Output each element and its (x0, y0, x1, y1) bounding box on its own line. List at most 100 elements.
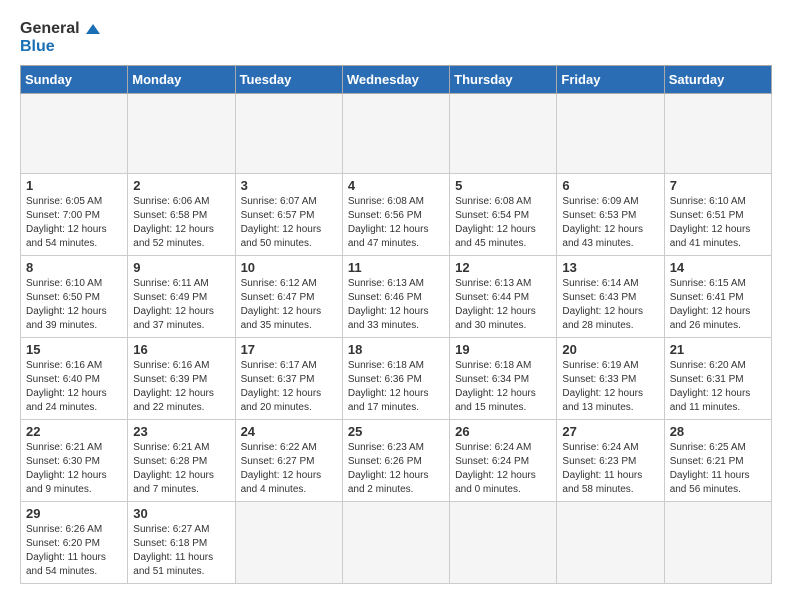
calendar-table: SundayMondayTuesdayWednesdayThursdayFrid… (20, 65, 772, 584)
calendar-cell: 5 Sunrise: 6:08 AM Sunset: 6:54 PM Daylig… (450, 174, 557, 256)
day-info: Sunrise: 6:12 AM Sunset: 6:47 PM Dayligh… (241, 277, 337, 333)
day-info: Sunrise: 6:13 AM Sunset: 6:46 PM Dayligh… (348, 277, 444, 333)
logo-text: General Blue (20, 20, 100, 55)
day-info: Sunrise: 6:27 AM Sunset: 6:18 PM Dayligh… (133, 523, 229, 579)
calendar-week-5: 29 Sunrise: 6:26 AM Sunset: 6:20 PM Dayli… (21, 502, 772, 584)
calendar-cell: 14 Sunrise: 6:15 AM Sunset: 6:41 PM Dayli… (664, 256, 771, 338)
calendar-cell (557, 502, 664, 584)
calendar-cell: 21Sunrise: 6:20 AM Sunset: 6:31 PM Dayli… (664, 338, 771, 420)
calendar-cell: 11 Sunrise: 6:13 AM Sunset: 6:46 PM Dayli… (342, 256, 449, 338)
calendar-cell: 6Sunrise: 6:09 AM Sunset: 6:53 PM Daylig… (557, 174, 664, 256)
day-number: 25 (348, 424, 444, 439)
day-info: Sunrise: 6:07 AM Sunset: 6:57 PM Dayligh… (241, 195, 337, 251)
calendar-cell: 24 Sunrise: 6:22 AM Sunset: 6:27 PM Dayli… (235, 420, 342, 502)
day-number: 27 (562, 424, 658, 439)
day-info: Sunrise: 6:05 AM Sunset: 7:00 PM Dayligh… (26, 195, 122, 251)
day-number: 22 (26, 424, 122, 439)
day-number: 17 (241, 342, 337, 357)
calendar-cell (557, 94, 664, 174)
col-header-wednesday: Wednesday (342, 66, 449, 94)
calendar-cell: 15 Sunrise: 6:16 AM Sunset: 6:40 PM Dayli… (21, 338, 128, 420)
day-info: Sunrise: 6:16 AM Sunset: 6:39 PM Dayligh… (133, 359, 229, 415)
col-header-thursday: Thursday (450, 66, 557, 94)
day-info: Sunrise: 6:24 AM Sunset: 6:24 PM Dayligh… (455, 441, 551, 497)
calendar-cell (664, 94, 771, 174)
day-info: Sunrise: 6:16 AM Sunset: 6:40 PM Dayligh… (26, 359, 122, 415)
calendar-cell: 13 Sunrise: 6:14 AM Sunset: 6:43 PM Dayli… (557, 256, 664, 338)
day-info: Sunrise: 6:21 AM Sunset: 6:28 PM Dayligh… (133, 441, 229, 497)
day-number: 29 (26, 506, 122, 521)
logo: General Blue (20, 20, 100, 55)
calendar-cell: 4Sunrise: 6:08 AM Sunset: 6:56 PM Daylig… (342, 174, 449, 256)
day-info: Sunrise: 6:22 AM Sunset: 6:27 PM Dayligh… (241, 441, 337, 497)
day-number: 1 (26, 178, 122, 193)
calendar-cell: 1 Sunrise: 6:05 AM Sunset: 7:00 PM Daylig… (21, 174, 128, 256)
day-info: Sunrise: 6:10 AM Sunset: 6:50 PM Dayligh… (26, 277, 122, 333)
calendar-cell: 7Sunrise: 6:10 AM Sunset: 6:51 PM Daylig… (664, 174, 771, 256)
day-number: 28 (670, 424, 766, 439)
day-info: Sunrise: 6:14 AM Sunset: 6:43 PM Dayligh… (562, 277, 658, 333)
calendar-cell: 17 Sunrise: 6:17 AM Sunset: 6:37 PM Dayli… (235, 338, 342, 420)
day-info: Sunrise: 6:09 AM Sunset: 6:53 PM Dayligh… (562, 195, 658, 251)
day-number: 15 (26, 342, 122, 357)
day-info: Sunrise: 6:18 AM Sunset: 6:34 PM Dayligh… (455, 359, 551, 415)
day-info: Sunrise: 6:17 AM Sunset: 6:37 PM Dayligh… (241, 359, 337, 415)
calendar-week-1: 1 Sunrise: 6:05 AM Sunset: 7:00 PM Daylig… (21, 174, 772, 256)
day-number: 13 (562, 260, 658, 275)
calendar-cell: 18Sunrise: 6:18 AM Sunset: 6:36 PM Dayli… (342, 338, 449, 420)
page-header: General Blue (20, 20, 772, 55)
day-number: 5 (455, 178, 551, 193)
calendar-week-3: 15 Sunrise: 6:16 AM Sunset: 6:40 PM Dayli… (21, 338, 772, 420)
day-number: 11 (348, 260, 444, 275)
col-header-saturday: Saturday (664, 66, 771, 94)
calendar-cell: 26 Sunrise: 6:24 AM Sunset: 6:24 PM Dayli… (450, 420, 557, 502)
day-info: Sunrise: 6:21 AM Sunset: 6:30 PM Dayligh… (26, 441, 122, 497)
calendar-cell (235, 94, 342, 174)
calendar-cell: 23 Sunrise: 6:21 AM Sunset: 6:28 PM Dayli… (128, 420, 235, 502)
day-number: 16 (133, 342, 229, 357)
calendar-cell: 9Sunrise: 6:11 AM Sunset: 6:49 PM Daylig… (128, 256, 235, 338)
header-row: SundayMondayTuesdayWednesdayThursdayFrid… (21, 66, 772, 94)
day-number: 9 (133, 260, 229, 275)
day-info: Sunrise: 6:18 AM Sunset: 6:36 PM Dayligh… (348, 359, 444, 415)
day-number: 14 (670, 260, 766, 275)
calendar-cell (342, 94, 449, 174)
day-number: 20 (562, 342, 658, 357)
day-info: Sunrise: 6:23 AM Sunset: 6:26 PM Dayligh… (348, 441, 444, 497)
day-info: Sunrise: 6:25 AM Sunset: 6:21 PM Dayligh… (670, 441, 766, 497)
day-info: Sunrise: 6:06 AM Sunset: 6:58 PM Dayligh… (133, 195, 229, 251)
day-number: 30 (133, 506, 229, 521)
day-info: Sunrise: 6:08 AM Sunset: 6:54 PM Dayligh… (455, 195, 551, 251)
day-info: Sunrise: 6:08 AM Sunset: 6:56 PM Dayligh… (348, 195, 444, 251)
calendar-cell: 25 Sunrise: 6:23 AM Sunset: 6:26 PM Dayli… (342, 420, 449, 502)
day-number: 3 (241, 178, 337, 193)
day-info: Sunrise: 6:26 AM Sunset: 6:20 PM Dayligh… (26, 523, 122, 579)
day-number: 19 (455, 342, 551, 357)
col-header-monday: Monday (128, 66, 235, 94)
calendar-cell: 12Sunrise: 6:13 AM Sunset: 6:44 PM Dayli… (450, 256, 557, 338)
calendar-cell: 2 Sunrise: 6:06 AM Sunset: 6:58 PM Daylig… (128, 174, 235, 256)
calendar-cell (450, 94, 557, 174)
calendar-cell (450, 502, 557, 584)
calendar-cell (21, 94, 128, 174)
col-header-sunday: Sunday (21, 66, 128, 94)
calendar-cell: 16 Sunrise: 6:16 AM Sunset: 6:39 PM Dayli… (128, 338, 235, 420)
day-number: 26 (455, 424, 551, 439)
day-number: 24 (241, 424, 337, 439)
calendar-cell (342, 502, 449, 584)
calendar-cell: 30 Sunrise: 6:27 AM Sunset: 6:18 PM Dayli… (128, 502, 235, 584)
calendar-cell: 22 Sunrise: 6:21 AM Sunset: 6:30 PM Dayli… (21, 420, 128, 502)
day-number: 8 (26, 260, 122, 275)
day-number: 2 (133, 178, 229, 193)
calendar-week-0 (21, 94, 772, 174)
calendar-cell: 19 Sunrise: 6:18 AM Sunset: 6:34 PM Dayli… (450, 338, 557, 420)
col-header-tuesday: Tuesday (235, 66, 342, 94)
day-number: 12 (455, 260, 551, 275)
day-number: 23 (133, 424, 229, 439)
calendar-cell: 29 Sunrise: 6:26 AM Sunset: 6:20 PM Dayli… (21, 502, 128, 584)
day-info: Sunrise: 6:20 AM Sunset: 6:31 PM Dayligh… (670, 359, 766, 415)
day-info: Sunrise: 6:10 AM Sunset: 6:51 PM Dayligh… (670, 195, 766, 251)
day-info: Sunrise: 6:15 AM Sunset: 6:41 PM Dayligh… (670, 277, 766, 333)
calendar-cell: 10Sunrise: 6:12 AM Sunset: 6:47 PM Dayli… (235, 256, 342, 338)
calendar-cell: 8 Sunrise: 6:10 AM Sunset: 6:50 PM Daylig… (21, 256, 128, 338)
